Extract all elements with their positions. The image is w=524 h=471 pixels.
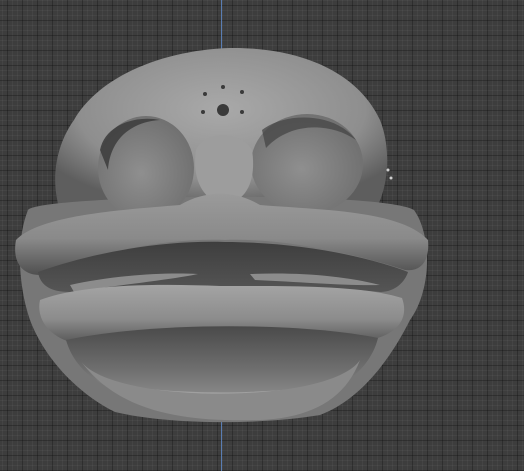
forehead-dot-small-left — [201, 110, 205, 114]
edge-dot-2 — [389, 176, 393, 180]
forehead-dot-right — [240, 90, 244, 94]
forehead-dot-small-right — [240, 110, 244, 114]
edge-dot-1 — [386, 168, 390, 172]
forehead-dot-center — [217, 104, 229, 116]
sculpt-mesh[interactable] — [0, 0, 524, 471]
forehead-dot-top — [221, 85, 225, 89]
forehead-dot-left — [203, 92, 207, 96]
3d-viewport[interactable] — [0, 0, 524, 471]
